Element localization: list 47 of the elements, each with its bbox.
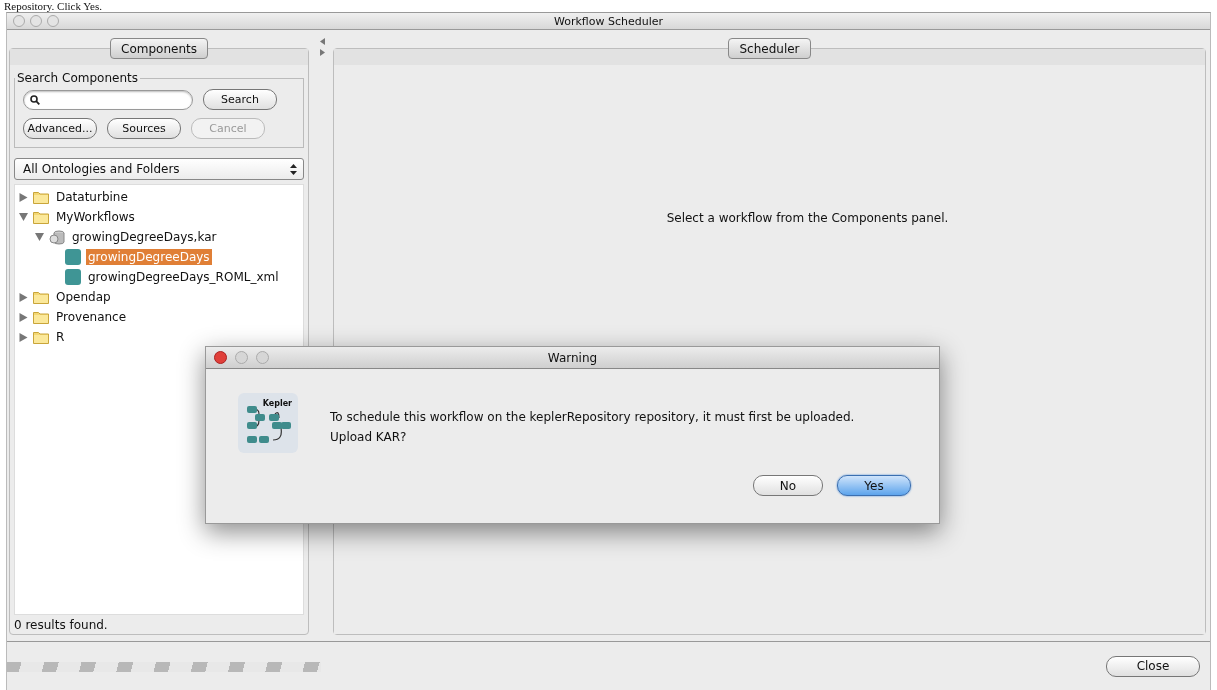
folder-icon: [33, 330, 49, 344]
dialog-title: Warning: [546, 350, 599, 365]
tree-item[interactable]: growingDegreeDays_ROML_xml: [86, 269, 281, 285]
tree-item[interactable]: Opendap: [54, 289, 113, 305]
tree-item[interactable]: Dataturbine: [54, 189, 130, 205]
search-icon: [30, 94, 40, 105]
message-text: Upload KAR?: [330, 429, 408, 446]
folder-icon: [33, 310, 49, 324]
stepper-icon: [290, 163, 297, 175]
hint-text: Select a workflow from the Components panel.: [666, 211, 949, 225]
tree-item[interactable]: MyWorkflows: [54, 209, 137, 225]
collapsed-arrow-icon[interactable]: [19, 312, 28, 322]
tree-item[interactable]: Provenance: [54, 309, 129, 325]
scheduler-tab[interactable]: Scheduler: [728, 38, 811, 59]
button[interactable]: Sources: [107, 118, 181, 139]
close-button[interactable]: Close: [1106, 655, 1200, 677]
group-title: Search Components: [16, 71, 139, 85]
message-text: To schedule this workflow on the keplerRepository repository, it must first be uploaded.: [330, 409, 855, 426]
button[interactable]: Advanced...: [23, 118, 97, 139]
folder-dropdown[interactable]: All Ontologies and Folders: [14, 158, 304, 180]
tree-item[interactable]: growingDegreeDays,kar: [70, 229, 219, 245]
tree-item[interactable]: R: [54, 329, 67, 345]
archive-icon: [49, 229, 65, 245]
default-button[interactable]: Yes: [837, 475, 911, 496]
folder-icon: [33, 210, 49, 224]
collapsed-arrow-icon[interactable]: [19, 192, 28, 202]
logo-text: Kepler: [262, 399, 292, 408]
collapsed-arrow-icon[interactable]: [19, 292, 28, 302]
expanded-arrow-icon[interactable]: [35, 233, 44, 241]
window-title: Workflow Scheduler: [552, 14, 665, 28]
status-text: 0 results found.: [14, 617, 109, 632]
workflow-icon: [65, 249, 81, 265]
collapsed-arrow-icon[interactable]: [19, 332, 28, 342]
collapse-left-icon[interactable]: [319, 38, 325, 45]
caption-text: Repository. Click Yes.: [3, 0, 103, 12]
dropdown-value: All Ontologies and Folders: [23, 162, 180, 176]
search-field[interactable]: [23, 89, 193, 110]
workflow-diagram-icon: [245, 406, 291, 444]
button[interactable]: Search: [203, 89, 277, 110]
expanded-arrow-icon[interactable]: [19, 213, 28, 221]
expand-right-icon[interactable]: [319, 49, 325, 56]
components-tab[interactable]: Components: [110, 38, 208, 59]
workflow-icon: [65, 269, 81, 285]
folder-icon: [33, 190, 49, 204]
button[interactable]: No: [753, 475, 823, 496]
folder-icon: [33, 290, 49, 304]
close-button[interactable]: [214, 351, 227, 364]
